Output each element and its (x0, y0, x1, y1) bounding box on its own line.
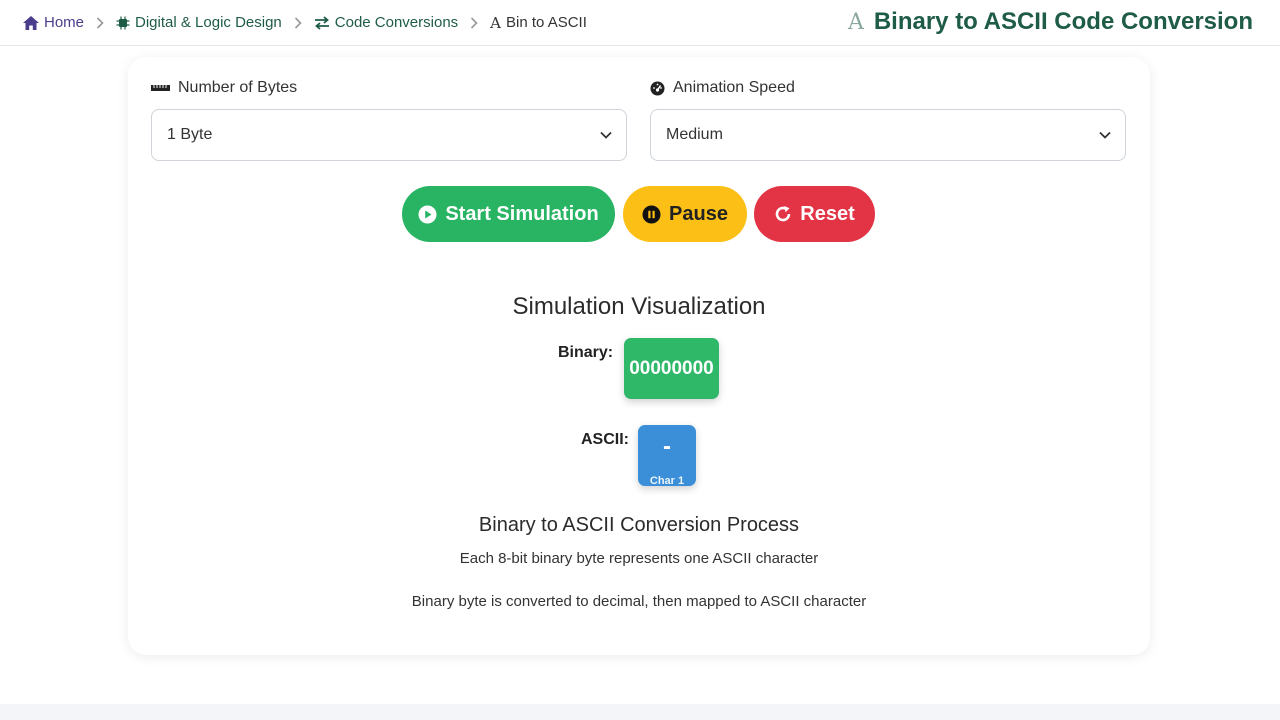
gauge-icon (650, 81, 665, 96)
control-buttons: Start Simulation Pause Reset (128, 186, 1150, 242)
chevron-down-icon (600, 131, 612, 139)
breadcrumb-home[interactable]: Home (23, 14, 84, 31)
speed-select-value: Medium (666, 126, 723, 143)
font-letter-icon: A (847, 9, 864, 35)
process-title: Binary to ASCII Conversion Process (478, 514, 800, 536)
chip-icon (116, 16, 130, 30)
top-navigation-bar: Home Digital & Logic Design Code Convers… (0, 0, 1280, 46)
chevron-right-icon (470, 16, 478, 29)
bytes-select-value: 1 Byte (167, 126, 213, 143)
breadcrumb-code-conversions[interactable]: Code Conversions (314, 14, 458, 31)
binary-label: Binary: (558, 344, 614, 361)
speed-label: Animation Speed (650, 79, 795, 97)
visualization-title: Simulation Visualization (512, 293, 766, 320)
pause-button[interactable]: Pause (623, 186, 747, 242)
chevron-right-icon (96, 16, 104, 29)
exchange-arrows-icon (314, 15, 330, 30)
footer-strip (0, 704, 1280, 720)
bytes-label: Number of Bytes (151, 79, 297, 97)
pause-label: Pause (669, 202, 728, 225)
redo-icon (774, 205, 792, 223)
breadcrumb-current: A Bin to ASCII (490, 14, 587, 32)
home-icon (23, 15, 39, 30)
page-title-text: Binary to ASCII Code Conversion (873, 8, 1253, 35)
play-icon (418, 205, 437, 224)
reset-label: Reset (800, 202, 855, 225)
simulation-card: Number of Bytes 1 Byte Animation Speed M… (128, 57, 1150, 655)
breadcrumb: Home Digital & Logic Design Code Convers… (23, 14, 587, 32)
process-description-2: Binary byte is converted to decimal, the… (411, 593, 867, 610)
ascii-char-cell: - Char 1 (638, 425, 696, 487)
chevron-down-icon (1099, 131, 1111, 139)
speed-select[interactable]: Medium (650, 109, 1126, 161)
bytes-select[interactable]: 1 Byte (151, 109, 627, 161)
reset-button[interactable]: Reset (754, 186, 875, 242)
page-title: A Binary to ASCII Code Conversion (848, 8, 1253, 36)
chevron-right-icon (294, 16, 302, 29)
breadcrumb-digital-logic[interactable]: Digital & Logic Design (116, 14, 282, 31)
speed-label-text: Animation Speed (673, 79, 795, 96)
font-letter-icon: A (490, 13, 502, 32)
process-description-1: Each 8-bit binary byte represents one AS… (459, 550, 819, 567)
breadcrumb-code-conversions-label: Code Conversions (334, 14, 459, 31)
start-simulation-button[interactable]: Start Simulation (402, 186, 615, 242)
ascii-char-caption: Char 1 (649, 475, 685, 487)
binary-byte-value: 00000000 (629, 357, 714, 379)
pause-icon (642, 205, 661, 224)
breadcrumb-digital-logic-label: Digital & Logic Design (135, 14, 282, 31)
binary-byte-cell: 00000000 (624, 338, 719, 399)
breadcrumb-current-label: Bin to ASCII (506, 14, 587, 31)
ascii-label: ASCII: (581, 431, 629, 448)
start-simulation-label: Start Simulation (445, 202, 599, 225)
bytes-label-text: Number of Bytes (178, 79, 298, 96)
ascii-char-value: - (663, 433, 671, 460)
ruler-icon (151, 84, 170, 92)
breadcrumb-home-label: Home (44, 14, 85, 31)
